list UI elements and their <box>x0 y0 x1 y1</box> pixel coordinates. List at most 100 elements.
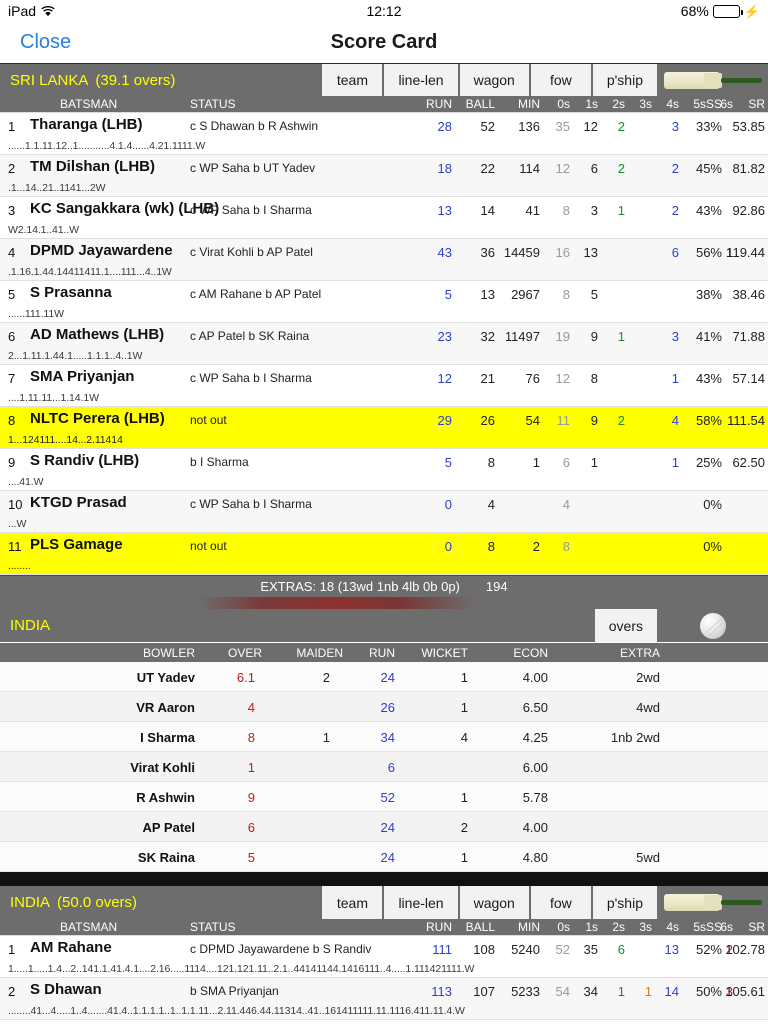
batsman-name: DPMD Jayawardene <box>30 242 173 259</box>
cell-s1: 5 <box>590 287 598 302</box>
tab-fow[interactable]: fow <box>529 64 592 96</box>
innings1-extras-bar: EXTRAS: 18 (13wd 1nb 4lb 0b 0p) 194 <box>0 575 768 597</box>
table-row[interactable]: SK Raina 5 24 1 4.80 5wd <box>0 842 768 872</box>
cell-ss: 33% <box>695 119 722 134</box>
close-button[interactable]: Close <box>20 31 71 54</box>
table-row[interactable]: 4 DPMD Jayawardene c Virat Kohli b AP Pate… <box>0 239 768 281</box>
table-row[interactable]: 2 TM Dilshan (LHB) c WP Saha b UT Yadev 18 2… <box>0 155 768 197</box>
table-row[interactable]: 1 AM Rahane c DPMD Jayawardene b S Randiv 1… <box>0 936 768 978</box>
tab-fow-2[interactable]: fow <box>529 886 592 919</box>
cell-s4: 2 <box>671 161 679 176</box>
ball-by-ball-sequence: ........41...4.....1..4.......41.4..1.1.… <box>8 1005 465 1017</box>
innings1-segment-bar: team line-len wagon fow p'ship <box>321 64 658 96</box>
innings2-team-name: INDIA <box>10 894 51 911</box>
tab-line-len[interactable]: line-len <box>383 64 459 96</box>
table-row[interactable]: 6 AD Mathews (LHB) c AP Patel b SK Raina 23… <box>0 323 768 365</box>
tab-pship[interactable]: p'ship <box>591 64 658 96</box>
bowling-segment-bar: overs <box>593 609 658 642</box>
table-row[interactable]: 11 PLS Gamage not out 0 8 2 8 0%........ <box>0 533 768 575</box>
tab-pship-2[interactable]: p'ship <box>591 886 658 919</box>
column-header-ball: BALL <box>465 97 495 111</box>
column-header-batsman: BATSMAN <box>60 920 118 934</box>
bowling-column-header-over: OVER <box>227 646 262 660</box>
table-row[interactable]: AP Patel 6 24 2 4.00 <box>0 812 768 842</box>
cell-s1: 1 <box>590 455 598 470</box>
column-header-1s: 1s <box>585 920 598 934</box>
table-row[interactable]: I Sharma 8 1 34 4 4.25 1nb 2wd <box>0 722 768 752</box>
tab-wagon-2[interactable]: wagon <box>458 886 530 919</box>
cell-run: 113 <box>431 984 452 999</box>
tab-team[interactable]: team <box>321 64 384 96</box>
cell-min: 11497 <box>504 329 540 344</box>
table-row[interactable]: VR Aaron 4 26 1 6.50 4wd <box>0 692 768 722</box>
batsman-name: S Randiv (LHB) <box>30 452 140 469</box>
bowling-cell-extra: 5wd <box>636 850 660 865</box>
table-row[interactable]: Virat Kohli 1 6 6.00 <box>0 752 768 782</box>
table-row[interactable]: 9S Randiv (LHB) b I Sharma 5 8 1 6 1 1 25% 62.50.… <box>0 449 768 491</box>
bowling-cell-wicket: 1 <box>460 700 468 715</box>
cell-s2: 2 <box>617 413 625 428</box>
batsman-dismissal-status: c WP Saha b UT Yadev <box>190 161 316 175</box>
batsman-dismissal-status: c Virat Kohli b AP Patel <box>190 245 313 259</box>
table-row[interactable]: 3SK Raina (LHB)lbw b S Randiv52347121234… <box>0 1020 768 1024</box>
table-row[interactable]: UT Yadev 6.1 2 24 1 4.00 2wd <box>0 662 768 692</box>
column-header-batsman: BATSMAN <box>60 97 118 111</box>
ios-status-bar: iPad 12:12 68% ⚡ <box>0 0 768 22</box>
tab-wagon[interactable]: wagon <box>458 64 530 96</box>
table-row[interactable]: 2S Dhawan b SMA Priyanjan 113 107 5233 54 34 1 1… <box>0 978 768 1020</box>
column-header-run: RUN <box>426 97 452 111</box>
bowling-cell-run: 24 <box>380 850 395 865</box>
extras-label: EXTRAS: 18 (13wd 1nb 4lb 0b 0p) <box>260 579 460 594</box>
tab-overs[interactable]: overs <box>593 609 658 642</box>
batsman-position: 9 <box>8 455 16 470</box>
cell-min: 41 <box>525 203 540 218</box>
bowling-cell-over: 8 <box>247 730 255 745</box>
bowling-cell-name: SK Raina <box>137 850 195 865</box>
table-row[interactable]: 7 SMA Priyanjan c WP Saha b I Sharma 12 21 76… <box>0 365 768 407</box>
table-row[interactable]: 3 KC Sangakkara (wk) (LHB) c WP Saha b I S… <box>0 197 768 239</box>
ball-by-ball-sequence: ........ <box>8 560 31 572</box>
table-row[interactable]: 1 Tharanga (LHB) c S Dhawan b R Ashwin 28 52… <box>0 113 768 155</box>
table-row[interactable]: R Ashwin 9 52 1 5.78 <box>0 782 768 812</box>
cell-run: 5 <box>444 455 452 470</box>
batsman-position: 4 <box>8 245 16 260</box>
innings1-bat-icon-cell <box>658 64 768 96</box>
batsman-position: 5 <box>8 287 16 302</box>
column-header-4s: 4s <box>666 920 679 934</box>
table-row[interactable]: 10 KTGD Prasad c WP Saha b I Sharma 0 4 4 0%..… <box>0 491 768 533</box>
bowling-cell-over: 6 <box>247 820 255 835</box>
bowling-cell-extra: 1nb 2wd <box>610 730 660 745</box>
tab-line-len-2[interactable]: line-len <box>383 886 459 919</box>
batsman-dismissal-status: not out <box>190 413 227 427</box>
cell-ss: 0% <box>703 497 722 512</box>
cell-min: 1 <box>532 455 540 470</box>
cell-s4: 14 <box>664 984 679 999</box>
cell-s3: 1 <box>644 984 652 999</box>
cell-s1: 12 <box>583 119 598 134</box>
batsman-name: AM Rahane <box>30 939 112 956</box>
cell-s0: 8 <box>562 203 570 218</box>
cell-run: 0 <box>444 539 452 554</box>
innings2-batting-table: 1 AM Rahane c DPMD Jayawardene b S Randiv 1… <box>0 936 768 1024</box>
tab-team-2[interactable]: team <box>321 886 384 919</box>
bowling-cell-over: 4 <box>247 700 255 715</box>
bowling-cell-maiden: 1 <box>322 730 330 745</box>
table-row[interactable]: 8 NLTC Perera (LHB) not out 29 26 54 11 9 2 4 58% 1… <box>0 407 768 449</box>
bowling-cell-run: 6 <box>387 760 395 775</box>
batsman-name: NLTC Perera (LHB) <box>30 410 165 427</box>
innings1-header: SRI LANKA (39.1 overs) team line-len wag… <box>0 63 768 96</box>
ball-by-ball-sequence: .1...14..21..1141...2W <box>8 182 106 194</box>
bowling-ball-icon-cell <box>658 609 768 642</box>
cell-run: 23 <box>437 329 452 344</box>
column-header-1s: 1s <box>585 97 598 111</box>
cell-s0: 12 <box>555 371 570 386</box>
batsman-dismissal-status: c AM Rahane b AP Patel <box>190 287 322 301</box>
table-row[interactable]: 5 S Prasanna c AM Rahane b AP Patel 5 13 2967… <box>0 281 768 323</box>
bowling-cell-wicket: 1 <box>460 790 468 805</box>
cell-s0: 52 <box>555 942 570 957</box>
ball-by-ball-sequence: ....41.W <box>8 476 44 488</box>
batsman-name: Tharanga (LHB) <box>30 116 143 133</box>
bowling-cell-run: 52 <box>380 790 395 805</box>
cell-run: 111 <box>432 942 452 957</box>
cell-min: 14459 <box>503 245 540 260</box>
